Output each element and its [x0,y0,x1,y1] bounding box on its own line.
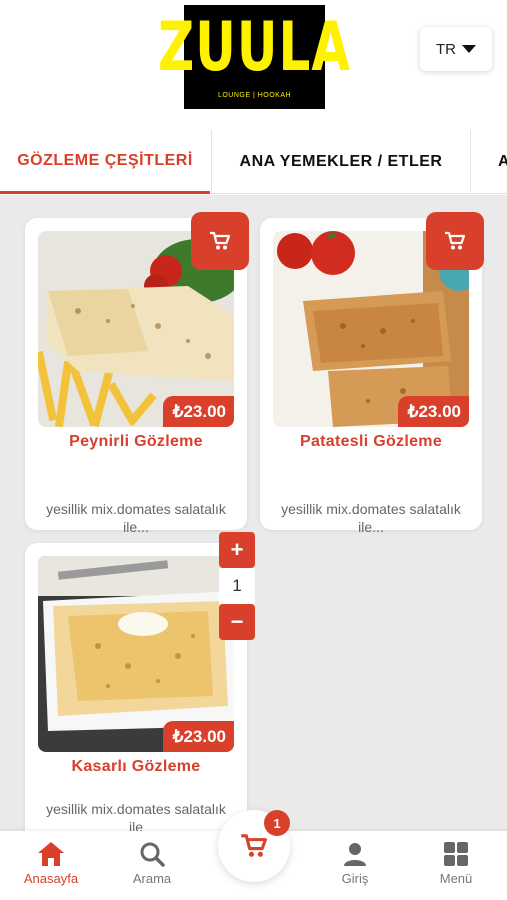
nav-label: Arama [132,871,172,886]
user-icon [344,843,366,866]
product-name: Patatesli Gözleme [299,433,443,450]
category-tabs: GÖZLEME ÇEŞİTLERİ ANA YEMEKLER / ETLER A [0,130,507,194]
tab-next-partial[interactable]: A [498,130,507,194]
cart-icon [445,231,466,250]
cart-icon [210,231,231,250]
add-to-cart-button[interactable] [191,212,249,270]
product-name: Peynirli Gözleme [69,433,203,450]
increment-button[interactable]: + [219,532,255,568]
price-tag: ₺23.00 [162,396,234,427]
decrement-button[interactable]: − [219,604,255,640]
language-label: TR [436,40,456,58]
search-icon [140,842,165,867]
nav-home[interactable]: Anasayfa [11,841,91,886]
tab-ana-yemekler[interactable]: ANA YEMEKLER / ETLER [211,130,471,194]
price-tag: ₺23.00 [397,396,469,427]
cart-icon [241,834,267,857]
product-grid: ₺23.00 Peynirli Gözleme yesillik mix.dom… [0,195,507,831]
product-image: ₺23.00 [38,556,234,752]
nav-menu[interactable]: Menü [416,841,496,886]
nav-label: Giriş [341,871,369,886]
add-to-cart-button[interactable] [426,212,484,270]
logo-text: ZUULA [158,7,352,86]
nav-label: Anasayfa [23,871,79,886]
logo-subtitle: LOUNGE | HOOKAH [217,91,292,99]
quantity-stepper: + 1 − [219,532,255,640]
product-name: Kasarlı Gözleme [71,758,201,775]
nav-label: Menü [439,871,473,886]
quantity-value: 1 [219,568,255,604]
product-description: yesillik mix.domates salatalık ile... [46,501,226,535]
home-icon [38,842,64,866]
language-selector[interactable]: TR [420,27,492,71]
nav-login[interactable]: Giriş [315,841,395,886]
product-description: yesillik mix.domates salatalık ile... [281,501,461,535]
cart-count-badge: 1 [264,810,290,836]
caret-down-icon [462,45,476,53]
price-tag: ₺23.00 [162,721,234,752]
tab-gozleme[interactable]: GÖZLEME ÇEŞİTLERİ [0,130,210,194]
product-card[interactable]: ₺23.00 Kasarlı Gözleme yesillik mix.doma… [25,543,247,831]
app-header: ZUULA LOUNGE | HOOKAH TR [0,0,507,130]
nav-search[interactable]: Arama [112,841,192,886]
product-description: yesillik mix.domates salatalık ile [46,801,226,831]
brand-logo[interactable]: ZUULA LOUNGE | HOOKAH [158,5,350,109]
grid-icon [444,842,468,866]
